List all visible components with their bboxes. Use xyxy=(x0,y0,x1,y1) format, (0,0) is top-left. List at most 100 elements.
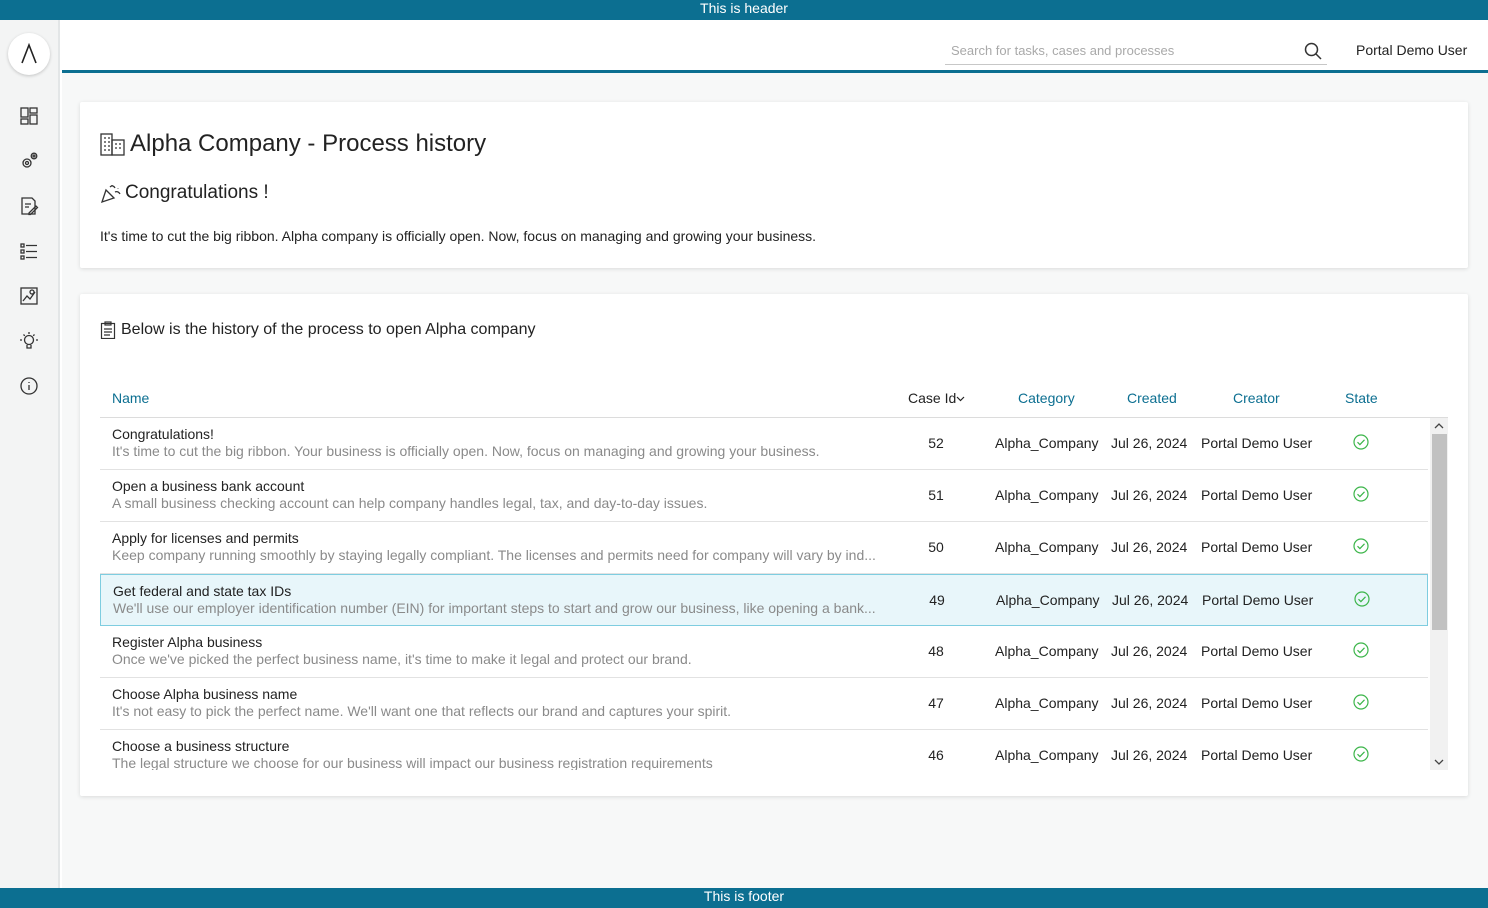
history-title: Below is the history of the process to o… xyxy=(100,321,535,339)
logo[interactable] xyxy=(8,33,50,75)
task-cell: Choose Alpha business name It's not easy… xyxy=(112,686,892,720)
done-check-icon xyxy=(1353,694,1369,710)
done-check-icon xyxy=(1353,538,1369,554)
page-title-text: Alpha Company - Process history xyxy=(130,130,487,157)
task-description: The legal structure we choose for our bu… xyxy=(112,755,713,770)
task-description: It's time to cut the big ribbon. Your bu… xyxy=(112,443,820,459)
column-state[interactable]: State xyxy=(1345,390,1378,406)
chevron-down-icon xyxy=(1434,759,1444,765)
info-icon xyxy=(20,377,38,395)
congrats-text: Congratulations ! xyxy=(125,182,269,203)
page-title: Alpha Company - Process history xyxy=(100,130,486,158)
table-scrollbar[interactable] xyxy=(1430,418,1448,770)
history-card: Below is the history of the process to o… xyxy=(80,294,1468,796)
chevron-up-icon xyxy=(1434,423,1444,429)
intro-text: It's time to cut the big ribbon. Alpha c… xyxy=(100,228,817,244)
case-id: 47 xyxy=(928,695,944,711)
creator: Portal Demo User xyxy=(1201,643,1313,659)
sidebar-item-processes[interactable] xyxy=(17,149,41,173)
category: Alpha_Company xyxy=(995,747,1099,763)
sidebar xyxy=(0,20,60,888)
task-cell: Congratulations! It's time to cut the bi… xyxy=(112,426,892,460)
task-title: Choose Alpha business name xyxy=(112,686,298,702)
sidebar-item-statistics[interactable] xyxy=(17,284,41,308)
done-check-icon xyxy=(1353,486,1369,502)
task-title: Congratulations! xyxy=(112,426,214,442)
category: Alpha_Company xyxy=(995,435,1099,451)
case-id: 50 xyxy=(928,539,944,555)
table-row[interactable]: Choose Alpha business name It's not easy… xyxy=(100,678,1428,730)
table-body[interactable]: Congratulations! It's time to cut the bi… xyxy=(100,418,1448,770)
chevron-down-icon xyxy=(956,396,965,402)
column-name[interactable]: Name xyxy=(112,390,149,406)
created-date: Jul 26, 2024 xyxy=(1111,435,1188,451)
task-title: Register Alpha business xyxy=(112,634,263,650)
created-date: Jul 26, 2024 xyxy=(1112,592,1189,608)
history-title-text: Below is the history of the process to o… xyxy=(121,321,536,338)
scroll-down-button[interactable] xyxy=(1430,754,1448,770)
creator: Portal Demo User xyxy=(1201,695,1313,711)
logo-icon xyxy=(21,43,37,64)
case-id: 51 xyxy=(928,487,944,503)
column-category[interactable]: Category xyxy=(1018,390,1075,406)
task-title: Choose a business structure xyxy=(112,738,290,754)
task-title: Get federal and state tax IDs xyxy=(113,583,292,599)
statistics-icon xyxy=(20,287,38,305)
scroll-up-button[interactable] xyxy=(1430,418,1448,434)
search-input[interactable] xyxy=(945,39,1285,61)
processes-icon xyxy=(22,152,38,168)
table-row-selected[interactable]: Get federal and state tax IDs We'll use … xyxy=(100,574,1428,626)
category: Alpha_Company xyxy=(995,539,1099,555)
sidebar-item-dashboard[interactable] xyxy=(17,104,41,128)
created-date: Jul 26, 2024 xyxy=(1111,643,1188,659)
created-date: Jul 26, 2024 xyxy=(1111,487,1188,503)
congrats-heading: Congratulations ! xyxy=(100,182,269,204)
creator: Portal Demo User xyxy=(1202,592,1314,608)
user-menu[interactable]: Portal Demo User xyxy=(1356,42,1467,58)
sidebar-item-info[interactable] xyxy=(17,374,41,398)
case-id: 49 xyxy=(929,592,945,608)
table-row[interactable]: Apply for licenses and permits Keep comp… xyxy=(100,522,1428,574)
table-row[interactable]: Congratulations! It's time to cut the bi… xyxy=(100,418,1428,470)
summary-card: Alpha Company - Process history Congratu… xyxy=(80,102,1468,268)
topbar: Portal Demo User xyxy=(62,20,1488,73)
task-description: A small business checking account can he… xyxy=(112,495,708,511)
task-cell: Open a business bank account A small bus… xyxy=(112,478,892,512)
creator: Portal Demo User xyxy=(1201,747,1313,763)
category: Alpha_Company xyxy=(995,643,1099,659)
main-content: Alpha Company - Process history Congratu… xyxy=(62,73,1488,888)
task-cell: Apply for licenses and permits Keep comp… xyxy=(112,530,892,564)
column-case-id[interactable]: Case Id xyxy=(908,390,965,406)
sidebar-item-tasks[interactable] xyxy=(17,194,41,218)
done-check-icon xyxy=(1353,434,1369,450)
task-description: We'll use our employer identification nu… xyxy=(113,600,876,616)
clipboard-icon xyxy=(100,321,116,339)
column-created[interactable]: Created xyxy=(1127,390,1177,406)
cases-icon xyxy=(20,243,37,260)
scroll-thumb[interactable] xyxy=(1432,434,1447,630)
table-row[interactable]: Register Alpha business Once we've picke… xyxy=(100,626,1428,678)
sidebar-item-ideas[interactable] xyxy=(17,329,41,353)
task-cell: Register Alpha business Once we've picke… xyxy=(112,634,892,668)
header-banner: This is header xyxy=(0,0,1488,20)
table-row[interactable]: Open a business bank account A small bus… xyxy=(100,470,1428,522)
building-icon xyxy=(100,133,125,156)
case-id: 48 xyxy=(928,643,944,659)
column-case-id-label: Case Id xyxy=(908,390,957,406)
task-description: It's not easy to pick the perfect name. … xyxy=(112,703,732,719)
party-icon xyxy=(100,184,121,203)
done-check-icon xyxy=(1354,591,1370,607)
creator: Portal Demo User xyxy=(1201,435,1313,451)
search-icon[interactable] xyxy=(1303,41,1323,61)
footer-banner: This is footer xyxy=(0,888,1488,908)
task-description: Once we've picked the perfect business n… xyxy=(112,651,692,667)
category: Alpha_Company xyxy=(995,487,1099,503)
tasks-icon xyxy=(21,197,39,216)
sidebar-item-cases[interactable] xyxy=(17,239,41,263)
column-creator[interactable]: Creator xyxy=(1233,390,1280,406)
idea-icon xyxy=(20,332,38,349)
case-id: 52 xyxy=(928,435,944,451)
table-row[interactable]: Choose a business structure The legal st… xyxy=(100,730,1428,770)
search-box xyxy=(945,39,1327,65)
creator: Portal Demo User xyxy=(1201,539,1313,555)
